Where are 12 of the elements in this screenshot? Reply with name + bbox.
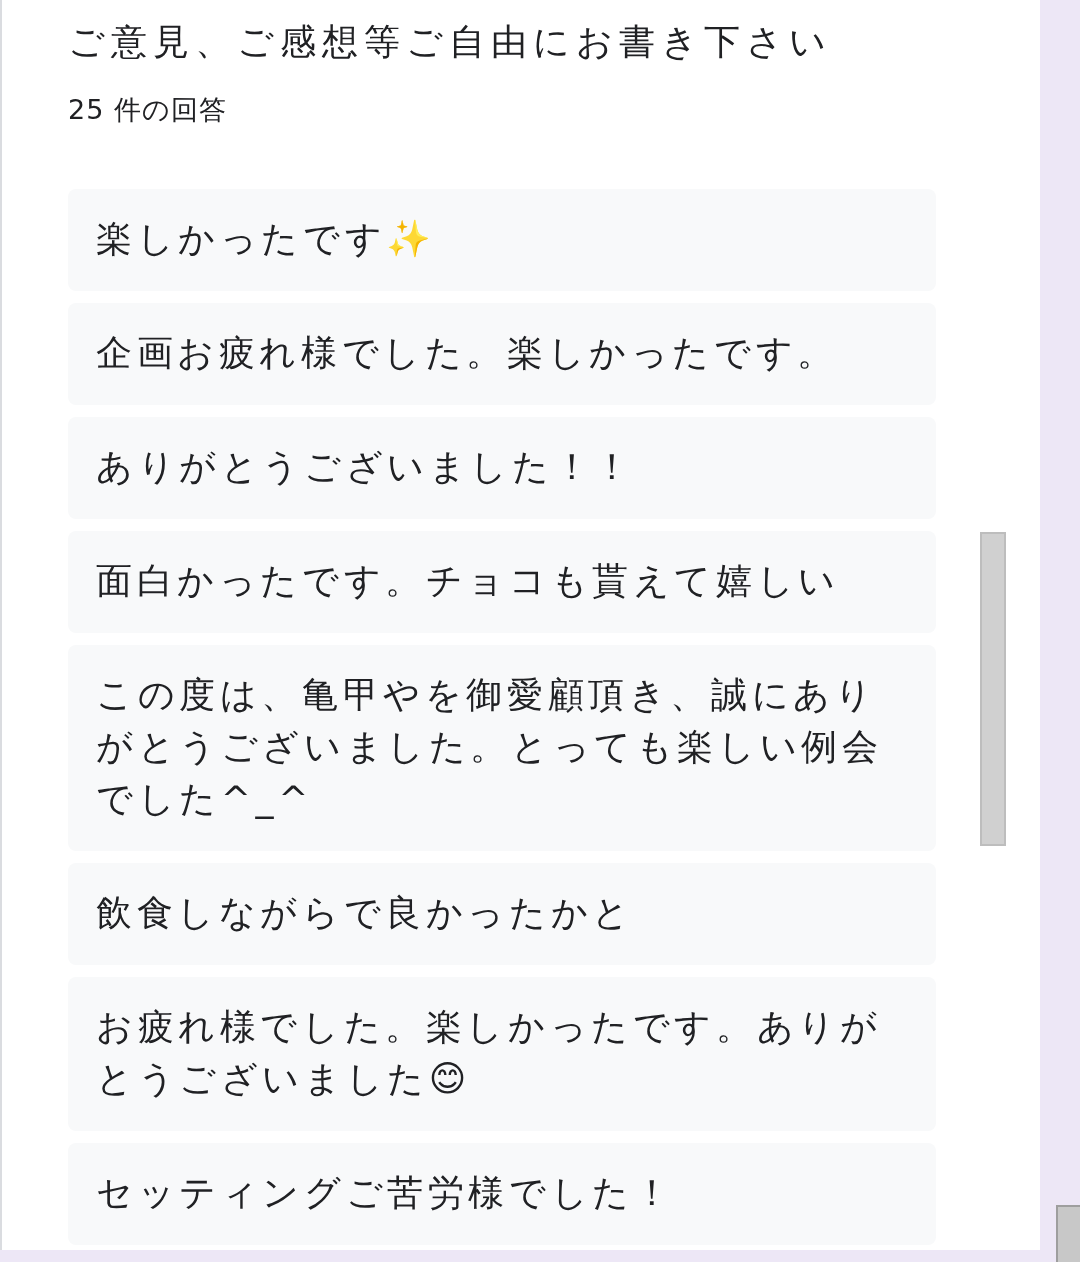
response-text: この度は、亀甲やを御愛顧頂き、誠にありがとうございました。とっても楽しい例会でした^_^ [68, 644, 936, 851]
response-text: 面白かったです。チョコも貰えて嬉しい [68, 530, 936, 633]
response-text: 企画お疲れ様でした。楽しかったです。 [68, 302, 936, 405]
question-title: ご意見、ご感想等ご自由にお書き下さい [68, 20, 833, 64]
response-text: セッティングご苦労様でした！ [68, 1142, 936, 1245]
response-count: 25 件の回答 [68, 93, 228, 127]
response-text: 楽しかったです✨ [68, 188, 936, 291]
response-text: 飲食しながらで良かったかと [68, 862, 936, 965]
scrollbar-thumb[interactable] [980, 532, 1006, 846]
response-text: ありがとうございました！！ [68, 416, 936, 519]
scrollbar-thumb[interactable] [1056, 1205, 1080, 1262]
response-text: お疲れ様でした。楽しかったです。ありがとうございました😊 [68, 976, 936, 1131]
